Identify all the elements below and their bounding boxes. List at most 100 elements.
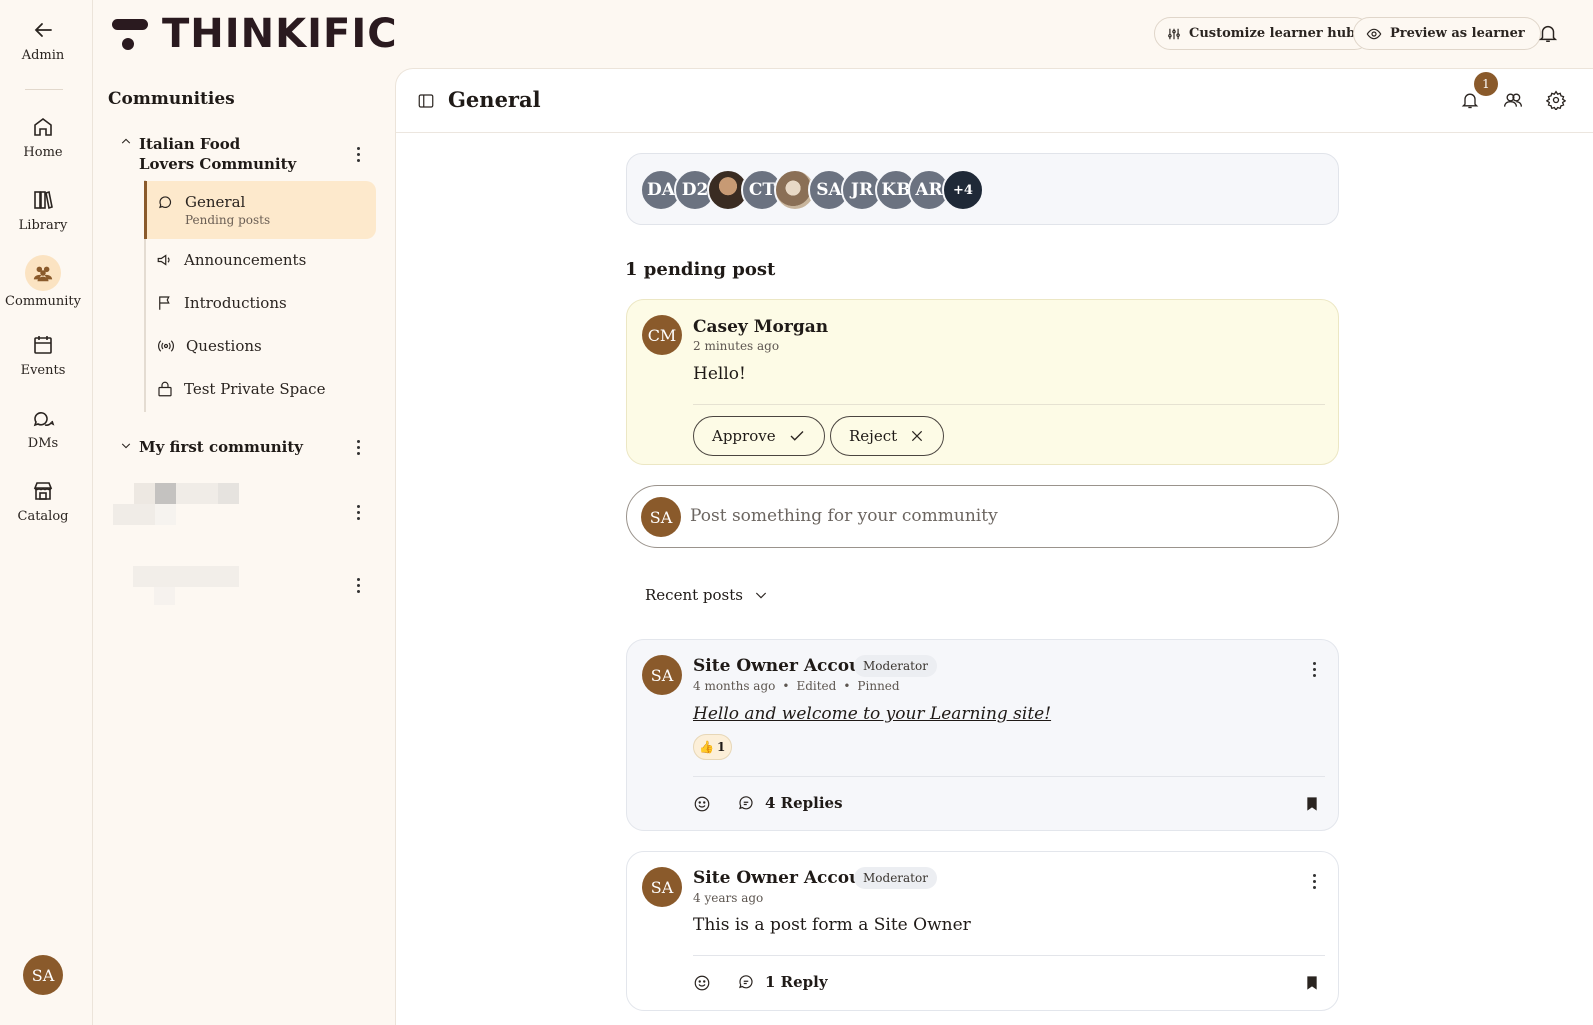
redacted-community[interactable] xyxy=(133,566,239,608)
moderator-badge: Moderator xyxy=(854,655,937,677)
lock-icon xyxy=(158,381,172,397)
rail-catalog[interactable]: Catalog xyxy=(0,479,86,524)
redacted-community[interactable] xyxy=(113,481,239,531)
rail-admin[interactable]: Admin xyxy=(0,18,86,63)
rail-events-label: Events xyxy=(20,363,66,378)
sort-dropdown[interactable]: Recent posts xyxy=(645,586,769,604)
eye-icon xyxy=(1366,28,1382,39)
space-test-private[interactable]: Test Private Space xyxy=(146,369,378,409)
rail-dms[interactable]: DMs xyxy=(0,406,86,451)
post-card: SA Site Owner Account Moderator 4 months… xyxy=(626,639,1339,831)
settings-gear-icon[interactable] xyxy=(1546,90,1566,110)
meta-dot: • xyxy=(782,679,790,693)
author-avatar[interactable]: SA xyxy=(642,867,682,907)
replies-button[interactable]: 1 Reply xyxy=(737,973,828,991)
rail-community[interactable]: Community xyxy=(0,255,86,309)
page-title: General xyxy=(448,87,541,112)
pending-post-card: CM Casey Morgan 2 minutes ago Hello! App… xyxy=(626,299,1339,465)
replies-label: 4 Replies xyxy=(765,794,843,812)
comment-icon xyxy=(739,975,753,989)
replies-label: 1 Reply xyxy=(765,973,828,991)
customize-learner-hub-button[interactable]: Customize learner hub xyxy=(1154,17,1372,50)
add-reaction-smiley-icon[interactable] xyxy=(693,795,711,813)
comment-icon xyxy=(739,796,753,810)
author-avatar[interactable]: SA xyxy=(642,655,682,695)
community-menu-kebab-icon[interactable] xyxy=(355,578,361,593)
community-menu-kebab-icon[interactable] xyxy=(355,147,361,162)
space-introductions-label: Introductions xyxy=(184,294,287,312)
author-avatar[interactable]: CM xyxy=(642,315,682,355)
post-body: This is a post form a Site Owner xyxy=(693,915,971,935)
community-name: My first community xyxy=(139,438,303,456)
rail-library[interactable]: Library xyxy=(0,188,86,233)
megaphone-icon xyxy=(157,254,170,266)
composer-placeholder: Post something for your community xyxy=(690,506,998,526)
community-menu-kebab-icon[interactable] xyxy=(355,440,361,455)
post-composer-input[interactable]: SA Post something for your community xyxy=(626,485,1339,548)
post-meta: 4 months ago • Edited • Pinned xyxy=(693,679,900,693)
community-my-first[interactable]: My first community xyxy=(113,438,383,456)
space-notifications-bell-icon[interactable] xyxy=(1460,90,1480,110)
more-members-badge[interactable]: +4 xyxy=(942,169,984,211)
members-icon[interactable] xyxy=(1502,90,1524,110)
bookmark-icon[interactable] xyxy=(1304,795,1320,813)
rail-community-label: Community xyxy=(5,294,81,309)
space-header: General 1 xyxy=(396,69,1593,133)
sliders-icon xyxy=(1168,28,1180,39)
post-time: 2 minutes ago xyxy=(693,339,780,353)
space-announcements[interactable]: Announcements xyxy=(146,240,378,280)
pinned-flag: Pinned xyxy=(857,679,900,693)
thumbs-up-icon: 👍 xyxy=(699,740,714,754)
chat-bubbles-icon xyxy=(33,412,55,427)
space-questions[interactable]: Questions xyxy=(146,326,378,366)
broadcast-icon xyxy=(158,340,174,352)
main-content: General 1 DA D2 CT SA JR KB AR +4 1 pend… xyxy=(395,68,1593,1025)
rail-admin-label: Admin xyxy=(21,48,65,63)
post-author[interactable]: Casey Morgan xyxy=(693,317,828,337)
post-time: 4 years ago xyxy=(693,891,764,905)
composer-avatar: SA xyxy=(641,497,681,537)
moderator-badge: Moderator xyxy=(854,867,937,889)
replies-button[interactable]: 4 Replies xyxy=(737,794,843,812)
rail-home-label: Home xyxy=(23,145,63,160)
members-strip[interactable]: DA D2 CT SA JR KB AR +4 xyxy=(626,153,1339,225)
reaction-chip[interactable]: 👍 1 xyxy=(693,734,733,760)
sort-label: Recent posts xyxy=(645,586,743,604)
user-avatar[interactable]: SA xyxy=(23,955,63,995)
chevron-up-icon xyxy=(121,138,131,144)
post-time: 4 months ago xyxy=(693,679,776,693)
sidebar-toggle-icon[interactable] xyxy=(417,92,435,110)
divider xyxy=(693,404,1325,405)
space-general[interactable]: General Pending posts xyxy=(144,181,376,239)
rail-events[interactable]: Events xyxy=(0,333,86,378)
arrow-left-icon xyxy=(34,23,52,37)
rail-catalog-label: Catalog xyxy=(17,509,69,524)
reject-label: Reject xyxy=(849,427,898,445)
preview-as-learner-button[interactable]: Preview as learner xyxy=(1353,17,1541,50)
thinkific-logo[interactable]: THINKIFIC xyxy=(112,11,398,57)
post-menu-kebab-icon[interactable] xyxy=(1311,662,1317,677)
left-rail: Admin Home Library Community Events DMs … xyxy=(0,0,93,1025)
community-italian-food-lovers[interactable]: Italian Food Lovers Community xyxy=(113,134,383,174)
community-menu-kebab-icon[interactable] xyxy=(355,505,361,520)
post-body: Hello! xyxy=(693,364,746,384)
rail-library-label: Library xyxy=(18,218,68,233)
rail-divider xyxy=(25,89,63,90)
space-announcements-label: Announcements xyxy=(184,251,307,269)
space-introductions[interactable]: Introductions xyxy=(146,283,378,323)
approve-button[interactable]: Approve xyxy=(693,416,825,456)
storefront-icon xyxy=(33,482,53,500)
notifications-bell-icon[interactable] xyxy=(1537,22,1559,44)
post-body-link[interactable]: Hello and welcome to your Learning site! xyxy=(693,704,1051,724)
add-reaction-smiley-icon[interactable] xyxy=(693,974,711,992)
divider xyxy=(693,776,1325,777)
post-menu-kebab-icon[interactable] xyxy=(1311,874,1317,889)
rail-home[interactable]: Home xyxy=(0,115,86,160)
reject-button[interactable]: Reject xyxy=(830,416,945,456)
chat-icon xyxy=(159,196,172,209)
bookmark-icon[interactable] xyxy=(1304,974,1320,992)
meta-dot: • xyxy=(843,679,851,693)
home-icon xyxy=(34,118,52,136)
preview-label: Preview as learner xyxy=(1390,26,1525,41)
thinkific-mark-icon xyxy=(112,19,148,50)
